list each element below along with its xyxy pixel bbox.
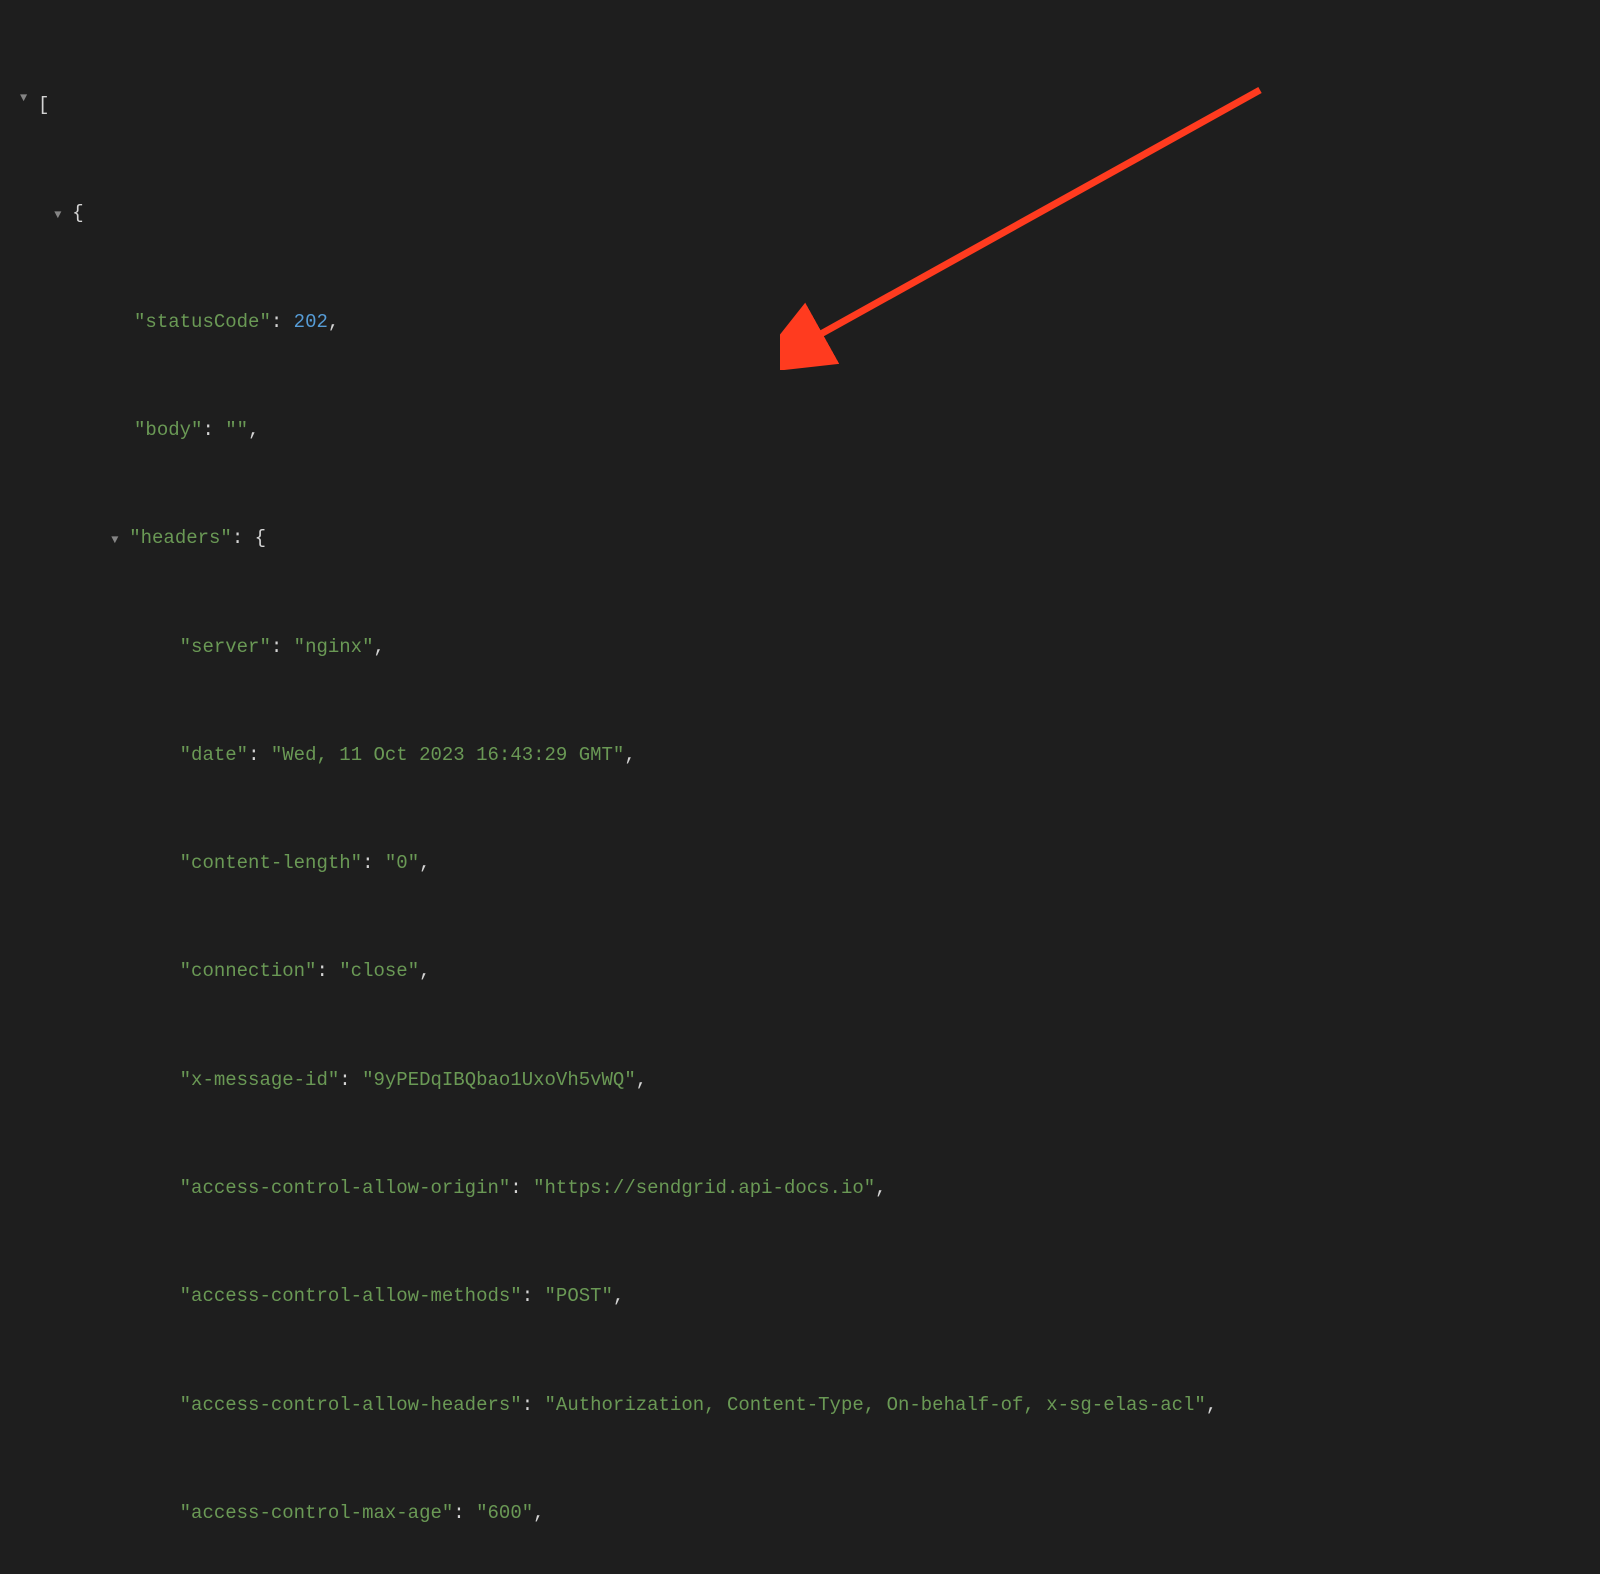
json-key-date: "date" [180,744,248,766]
json-value-body: "" [225,419,248,441]
json-key-aca-methods: "access-control-allow-methods" [180,1285,522,1307]
json-key-server: "server" [180,636,271,658]
json-value-x-message-id: "9yPEDqIBQbao1UxoVh5vWQ" [362,1069,636,1091]
object-open-brace: { [72,202,83,224]
json-value-aca-methods: "POST" [545,1285,613,1307]
json-key-connection: "connection" [180,960,317,982]
json-value-aca-headers: "Authorization, Content-Type, On-behalf-… [545,1394,1206,1416]
json-key-statuscode: "statusCode" [134,311,271,333]
json-value-statuscode: 202 [294,311,328,333]
json-value-content-length: "0" [385,852,419,874]
json-key-content-length: "content-length" [180,852,362,874]
json-key-x-message-id: "x-message-id" [180,1069,340,1091]
json-key-aca-max-age: "access-control-max-age" [180,1502,454,1524]
object-open-brace: { [255,527,266,549]
json-viewer: ▼[ ▼{ "statusCode": 202, "body": "", ▼"h… [20,15,1580,1574]
fold-toggle-icon[interactable]: ▼ [54,204,72,227]
array-open-bracket: [ [38,94,49,116]
json-value-server: "nginx" [294,636,374,658]
fold-toggle-icon[interactable]: ▼ [111,529,129,552]
json-value-connection: "close" [339,960,419,982]
json-key-headers: "headers" [129,527,232,549]
json-value-date: "Wed, 11 Oct 2023 16:43:29 GMT" [271,744,624,766]
json-key-body: "body" [134,419,202,441]
json-key-aca-headers: "access-control-allow-headers" [180,1394,522,1416]
fold-toggle-icon[interactable]: ▼ [20,87,38,110]
json-key-aca-origin: "access-control-allow-origin" [180,1177,511,1199]
json-value-aca-origin: "https://sendgrid.api-docs.io" [533,1177,875,1199]
json-value-aca-max-age: "600" [476,1502,533,1524]
